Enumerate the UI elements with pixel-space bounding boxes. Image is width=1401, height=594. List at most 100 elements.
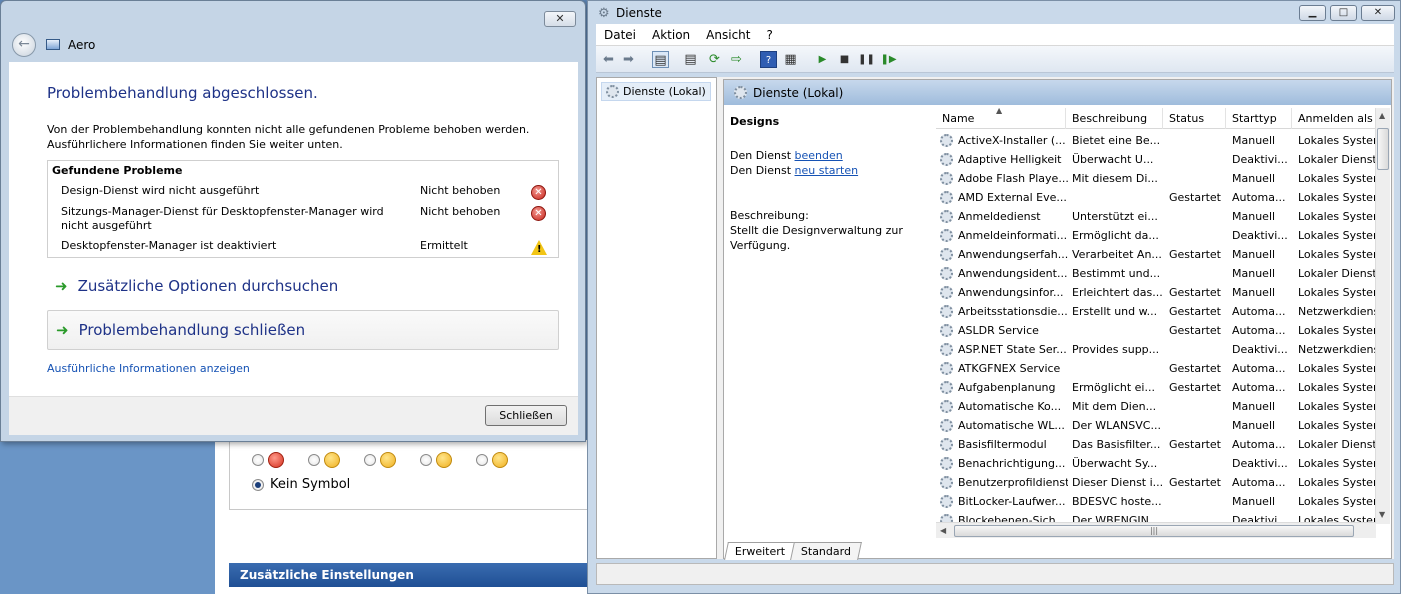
green-arrow-icon: ➜ <box>55 277 68 295</box>
stop-service-link[interactable]: beenden <box>795 149 843 162</box>
restart-icon[interactable]: ❚▶ <box>880 51 897 68</box>
table-row[interactable]: Arbeitsstationsdie... Erstellt und w... Ge… <box>936 302 1384 321</box>
option-radio[interactable] <box>476 454 488 466</box>
action-pane-icon[interactable]: ▦ <box>782 51 799 68</box>
horizontal-scrollbar[interactable]: ◀ ||| <box>936 522 1376 538</box>
column-header-name[interactable]: Name ▲ <box>936 108 1066 129</box>
table-row[interactable]: Benachrichtigung... Überwacht Sy... Deakti… <box>936 454 1384 473</box>
details-link[interactable]: Ausführliche Informationen anzeigen <box>47 362 250 375</box>
tree-item-label: Dienste (Lokal) <box>623 85 706 98</box>
restart-service-link[interactable]: neu starten <box>795 164 859 177</box>
table-row[interactable]: Adaptive Helligkeit Überwacht U... Deaktiv… <box>936 150 1377 169</box>
close-icon[interactable]: ✕ <box>544 11 576 27</box>
table-row[interactable]: ActiveX-Installer (... Bietet eine Be... M… <box>936 131 1384 150</box>
properties-icon[interactable]: ▤ <box>682 51 699 68</box>
play-icon[interactable]: ▶ <box>814 51 831 68</box>
option-radio[interactable] <box>308 454 320 466</box>
menu-datei[interactable]: Datei <box>596 28 644 42</box>
column-header-status[interactable]: Status <box>1163 108 1226 129</box>
green-arrow-icon: ➜ <box>56 321 69 339</box>
desktop-background <box>0 440 215 594</box>
window-title: Aero <box>68 38 96 52</box>
vertical-scroll-thumb[interactable] <box>1377 128 1389 170</box>
service-description: Überwacht Sy... <box>1072 457 1158 470</box>
minimize-button[interactable]: ▁ <box>1299 5 1326 21</box>
gear-icon <box>940 419 953 432</box>
table-row[interactable]: Basisfiltermodul Das Basisfilter... Gestar… <box>936 435 1377 454</box>
service-name: Anmeldeinformati... <box>958 229 1068 242</box>
menu-bar: Datei Aktion Ansicht ? <box>596 24 1394 46</box>
stop-service-line: Den Dienst beenden <box>730 148 925 163</box>
services-window: ⚙ Dienste ▁ □ ✕ Datei Aktion Ansicht ? ⬅… <box>587 0 1401 594</box>
gear-icon <box>940 286 953 299</box>
tree-item-services-local[interactable]: Dienste (Lokal) <box>601 82 711 101</box>
tab-standard[interactable]: Standard <box>790 542 863 560</box>
table-row[interactable]: Adobe Flash Playe... Mit diesem Di... Manu… <box>936 169 1384 188</box>
service-name: Anwendungsident... <box>958 267 1068 280</box>
gear-icon <box>940 248 953 261</box>
export-icon[interactable]: ⇨ <box>728 51 745 68</box>
menu-aktion[interactable]: Aktion <box>644 28 698 42</box>
table-row[interactable]: ASP.NET State Ser... Provides supp... Deak… <box>936 340 1384 359</box>
icon-option[interactable] <box>308 452 340 468</box>
console-tree-icon[interactable]: ▤ <box>652 51 669 68</box>
problem-status: Nicht behoben <box>420 205 501 218</box>
browse-options-button[interactable]: ➜ Zusätzliche Optionen durchsuchen <box>47 266 559 306</box>
app-icon <box>46 39 60 50</box>
service-description: Mit dem Dien... <box>1072 400 1157 413</box>
vertical-scrollbar[interactable]: ▲ ▼ <box>1375 108 1390 524</box>
service-starttype: Deaktivi... <box>1232 343 1288 356</box>
horizontal-scroll-thumb[interactable]: ||| <box>954 525 1354 537</box>
gear-icon <box>606 85 619 98</box>
service-description: Bestimmt und... <box>1072 267 1161 280</box>
icon-option[interactable] <box>364 452 396 468</box>
icon-option[interactable] <box>252 452 284 468</box>
icon-option[interactable] <box>476 452 508 468</box>
window-title: Dienste <box>616 6 662 20</box>
table-row[interactable]: Automatische WL... Der WLANSVC... Manuell L… <box>936 416 1384 435</box>
option-radio[interactable] <box>364 454 376 466</box>
option-radio[interactable] <box>420 454 432 466</box>
table-row[interactable]: Anwendungsinfor... Erleichtert das... Gest… <box>936 283 1384 302</box>
column-header-description[interactable]: Beschreibung <box>1066 108 1163 129</box>
table-row[interactable]: Aufgabenplanung Ermöglicht ei... Gestartet… <box>936 378 1384 397</box>
service-starttype: Manuell <box>1232 172 1276 185</box>
option-radio[interactable] <box>252 454 264 466</box>
table-row[interactable]: Anmeldedienst Unterstützt ei... Manuell Lok… <box>936 207 1384 226</box>
back-arrow-icon[interactable]: ← <box>12 33 36 57</box>
gear-icon <box>940 210 953 223</box>
forward-icon[interactable]: ➡ <box>620 51 637 68</box>
table-row[interactable]: Anmeldeinformati... Ermöglicht da... Deakt… <box>936 226 1384 245</box>
table-row[interactable]: Automatische Ko... Mit dem Dien... Manuell… <box>936 397 1384 416</box>
table-row[interactable]: ATKGFNEX Service Gestartet Automa... Lokale… <box>936 359 1384 378</box>
close-button[interactable]: Schließen <box>485 405 567 426</box>
column-header-starttype[interactable]: Starttyp <box>1226 108 1292 129</box>
services-list: Name ▲ Beschreibung Status Starttyp Anmel… <box>936 108 1390 538</box>
tab-erweitert[interactable]: Erweitert <box>724 542 797 560</box>
menu-help[interactable]: ? <box>758 28 780 42</box>
close-troubleshooting-button[interactable]: ➜ Problembehandlung schließen <box>47 310 559 350</box>
service-name: Arbeitsstationsdie... <box>958 305 1068 318</box>
pause-icon[interactable]: ❚❚ <box>858 51 875 68</box>
icon-option[interactable] <box>420 452 452 468</box>
stop-icon[interactable]: ■ <box>836 51 853 68</box>
menu-ansicht[interactable]: Ansicht <box>698 28 758 42</box>
close-button[interactable]: ✕ <box>1361 5 1395 21</box>
help-icon[interactable]: ? <box>760 51 777 68</box>
service-starttype: Manuell <box>1232 267 1276 280</box>
table-row[interactable]: AMD External Eve... Gestartet Automa... Lok… <box>936 188 1384 207</box>
table-row[interactable]: ASLDR Service Gestartet Automa... Lokales S… <box>936 321 1384 340</box>
no-symbol-option[interactable]: Kein Symbol <box>252 477 350 492</box>
no-symbol-radio[interactable] <box>252 478 264 491</box>
maximize-button[interactable]: □ <box>1330 5 1357 21</box>
refresh-icon[interactable]: ⟳ <box>706 51 723 68</box>
table-row[interactable]: Anwendungserfah... Verarbeitet An... Gesta… <box>936 245 1384 264</box>
service-name: Anwendungserfah... <box>958 248 1068 261</box>
table-row[interactable]: BitLocker-Laufwer... BDESVC hoste... Manue… <box>936 492 1384 511</box>
table-row[interactable]: Benutzerprofildienst Dieser Dienst i... Ge… <box>936 473 1384 492</box>
table-row[interactable]: Anwendungsident... Bestimmt und... Manuell… <box>936 264 1377 283</box>
service-description: Der WLANSVC... <box>1072 419 1161 432</box>
service-starttype: Automa... <box>1232 305 1286 318</box>
back-icon[interactable]: ⬅ <box>600 51 617 68</box>
service-starttype: Manuell <box>1232 134 1276 147</box>
